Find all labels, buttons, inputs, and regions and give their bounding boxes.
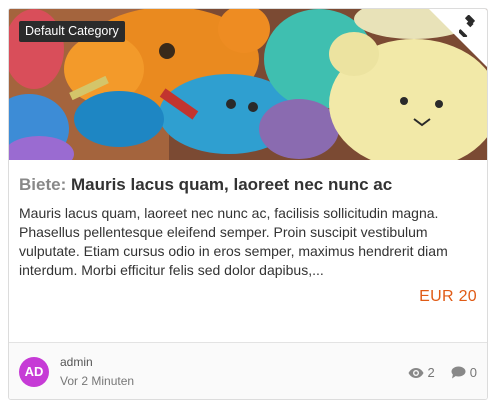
gavel-icon bbox=[459, 15, 475, 37]
title-prefix: Biete: bbox=[19, 175, 67, 194]
listing-image[interactable]: Default Category bbox=[9, 9, 487, 160]
comment-icon bbox=[451, 366, 466, 379]
listing-stats: 2 0 bbox=[408, 365, 477, 380]
listing-description: Mauris lacus quam, laoreet nec nunc ac, … bbox=[19, 205, 448, 279]
listing-price: EUR 20 bbox=[419, 288, 477, 305]
listing-card[interactable]: Default Category Biete: Mauris lacus qua… bbox=[8, 8, 488, 400]
card-footer: AD admin Vor 2 Minuten 2 0 bbox=[9, 342, 487, 399]
author-name[interactable]: admin bbox=[60, 355, 93, 369]
avatar[interactable]: AD bbox=[19, 357, 49, 387]
comments-count: 0 bbox=[469, 365, 477, 380]
title-text[interactable]: Mauris lacus quam, laoreet nec nunc ac bbox=[71, 175, 392, 194]
listing-title[interactable]: Biete: Mauris lacus quam, laoreet nec nu… bbox=[19, 174, 477, 196]
post-time: Vor 2 Minuten bbox=[60, 374, 135, 388]
category-badge[interactable]: Default Category bbox=[19, 21, 125, 42]
eye-icon bbox=[408, 367, 424, 378]
views-count: 2 bbox=[427, 365, 435, 380]
